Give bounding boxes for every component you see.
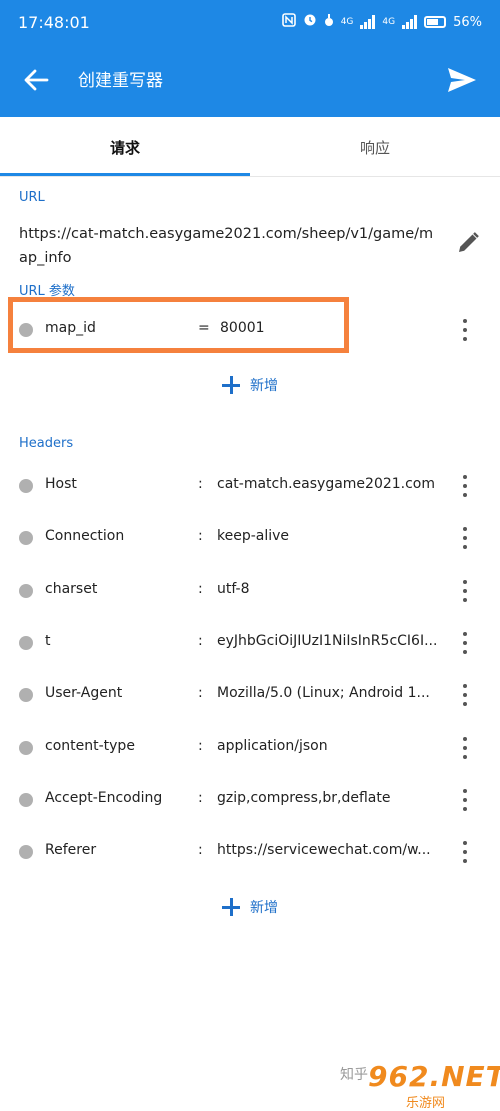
plus-icon [222,376,240,394]
send-button[interactable] [444,62,480,98]
header-key: content-type [45,738,135,754]
header-key: User-Agent [45,685,123,701]
header-value: application/json [217,738,328,754]
header-row[interactable]: Host : cat-match.easygame2021.com [0,466,500,506]
header-value: utf-8 [217,581,250,597]
tab-bar: 请求 响应 [0,117,500,177]
net-label-2: 4G [382,17,396,27]
alarm-icon [303,13,317,31]
header-row[interactable]: t : eyJhbGciOiJIUzI1NiIsInR5cCI6I... [0,623,500,663]
tab-response[interactable]: 响应 [250,117,500,177]
battery-icon [424,16,447,28]
headers-label: Headers [19,436,74,451]
more-vert-icon[interactable] [455,578,475,604]
pencil-icon [459,232,479,252]
page-title: 创建重写器 [78,71,163,91]
more-vert-icon[interactable] [455,525,475,551]
more-vert-icon[interactable] [455,317,475,343]
edit-url-button[interactable] [455,230,481,256]
header-sep: : [198,476,203,492]
header-value: https://servicewechat.com/w... [217,842,431,858]
header-sep: : [198,528,203,544]
toolbar: 创建重写器 [0,50,500,110]
header-value: keep-alive [217,528,290,544]
add-param-button[interactable]: 新增 [0,369,500,401]
more-vert-icon[interactable] [455,630,475,656]
status-icons: 4G 4G 56% [281,13,482,31]
header-sep: : [198,790,203,806]
header-sep: : [198,633,203,649]
url-section-label: URL [19,190,45,205]
more-vert-icon[interactable] [455,735,475,761]
row-dot [19,531,33,545]
add-param-label: 新增 [250,378,278,394]
param-sep: = [198,320,210,336]
tab-request[interactable]: 请求 [0,117,250,177]
arrow-left-icon [24,69,49,91]
url-value[interactable]: https://cat-match.easygame2021.com/sheep… [19,222,439,270]
header-row[interactable]: User-Agent : Mozilla/5.0 (Linux; Android… [0,675,500,715]
header-sep: : [198,685,203,701]
header-sep: : [198,738,203,754]
param-value: 80001 [220,320,265,336]
param-key: map_id [45,320,96,336]
app-bar: 17:48:01 4G 4G 56% 创建重写器 [0,0,500,117]
header-row[interactable]: content-type : application/json [0,728,500,768]
status-time: 17:48:01 [18,12,90,32]
header-key: Connection [45,528,125,544]
row-dot [19,793,33,807]
watermark-zhihu: 知乎 [340,1067,368,1083]
header-key: Accept-Encoding [45,790,163,806]
add-header-label: 新增 [250,900,278,916]
battery-level: 56% [453,14,482,30]
data-icon [324,13,334,31]
signal-icon-2 [402,15,418,29]
header-key: t [45,633,51,649]
tab-indicator [0,173,250,176]
row-dot [19,688,33,702]
header-value: cat-match.easygame2021.com [217,476,436,492]
watermark: 知乎 962.NET 乐游网 [340,1060,500,1111]
header-row[interactable]: Connection : keep-alive [0,518,500,558]
status-bar: 17:48:01 4G 4G 56% [0,0,500,44]
row-dot [19,741,33,755]
watermark-sub: 乐游网 [406,1096,446,1111]
nfc-icon [281,13,296,31]
header-row[interactable]: charset : utf-8 [0,571,500,611]
header-key: Referer [45,842,97,858]
header-value: eyJhbGciOiJIUzI1NiIsInR5cCI6I... [217,633,438,649]
header-value: Mozilla/5.0 (Linux; Android 1... [217,685,430,701]
more-vert-icon[interactable] [455,839,475,865]
more-vert-icon[interactable] [455,473,475,499]
more-vert-icon[interactable] [455,787,475,813]
more-vert-icon[interactable] [455,682,475,708]
add-header-button[interactable]: 新增 [0,891,500,923]
row-dot [19,323,33,337]
back-button[interactable] [18,62,54,98]
row-dot [19,479,33,493]
send-icon [448,68,476,92]
row-dot [19,636,33,650]
header-sep: : [198,842,203,858]
row-dot [19,845,33,859]
param-row[interactable]: map_id = 80001 [0,310,500,350]
header-row[interactable]: Accept-Encoding : gzip,compress,br,defla… [0,780,500,820]
header-value: gzip,compress,br,deflate [217,790,391,806]
signal-icon-1 [360,15,376,29]
header-row[interactable]: Referer : https://servicewechat.com/w... [0,832,500,872]
header-sep: : [198,581,203,597]
net-label-1: 4G [340,17,354,27]
watermark-logo: 962.NET [368,1060,500,1093]
header-key: charset [45,581,98,597]
plus-icon [222,898,240,916]
header-key: Host [45,476,77,492]
row-dot [19,584,33,598]
